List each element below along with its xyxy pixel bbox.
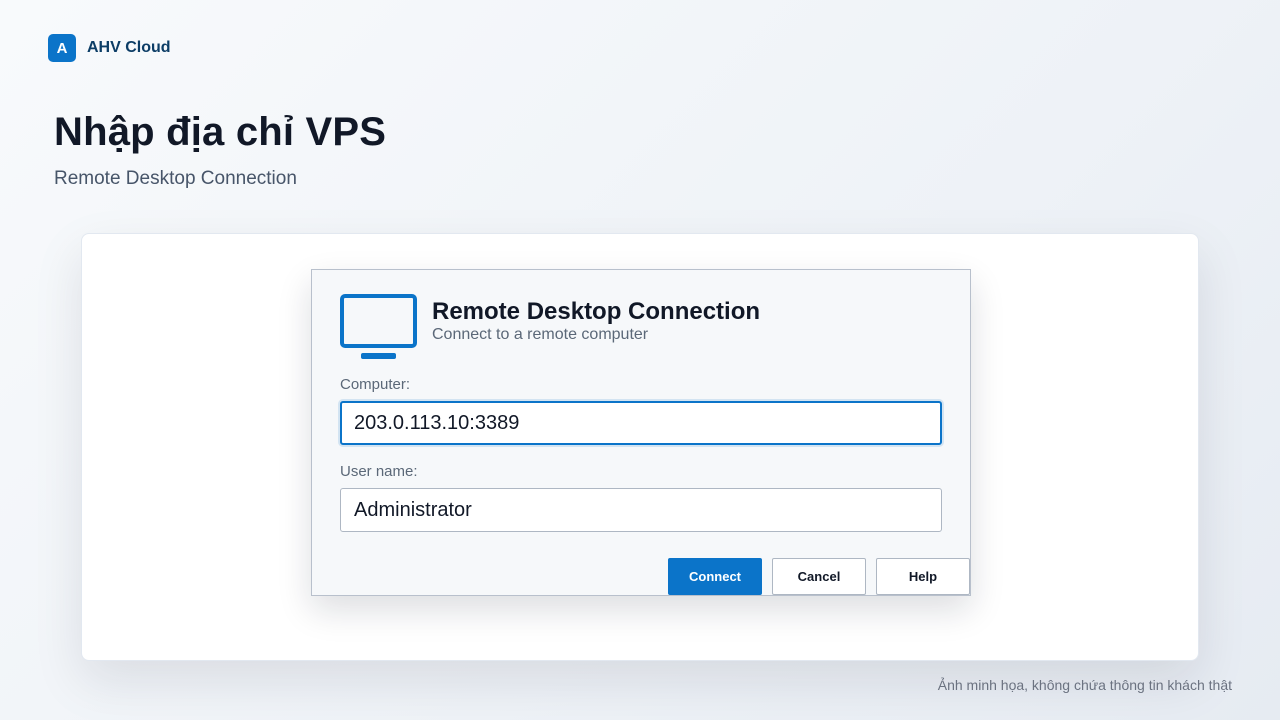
dialog-title: Remote Desktop Connection [432,298,761,325]
page-subtitle: Remote Desktop Connection [54,168,297,189]
monitor-icon [340,294,417,359]
page-title: Nhập địa chỉ VPS [54,110,387,154]
illustration-card: Remote Desktop Connection Connect to a r… [81,233,1199,661]
username-input[interactable] [340,488,942,532]
footer-disclaimer: Ảnh minh họa, không chứa thông tin khách… [937,677,1232,693]
computer-input[interactable] [340,401,942,445]
username-label: User name: [340,463,418,480]
computer-label: Computer: [340,376,411,393]
rdp-dialog: Remote Desktop Connection Connect to a r… [311,269,971,596]
brand-name: AHV Cloud [87,39,171,56]
brand[interactable]: A AHV Cloud [48,34,171,62]
cancel-button[interactable]: Cancel [772,558,866,595]
connect-button[interactable]: Connect [668,558,762,595]
help-button[interactable]: Help [876,558,970,595]
dialog-subtitle: Connect to a remote computer [432,326,649,343]
brand-logo: A [48,34,76,62]
